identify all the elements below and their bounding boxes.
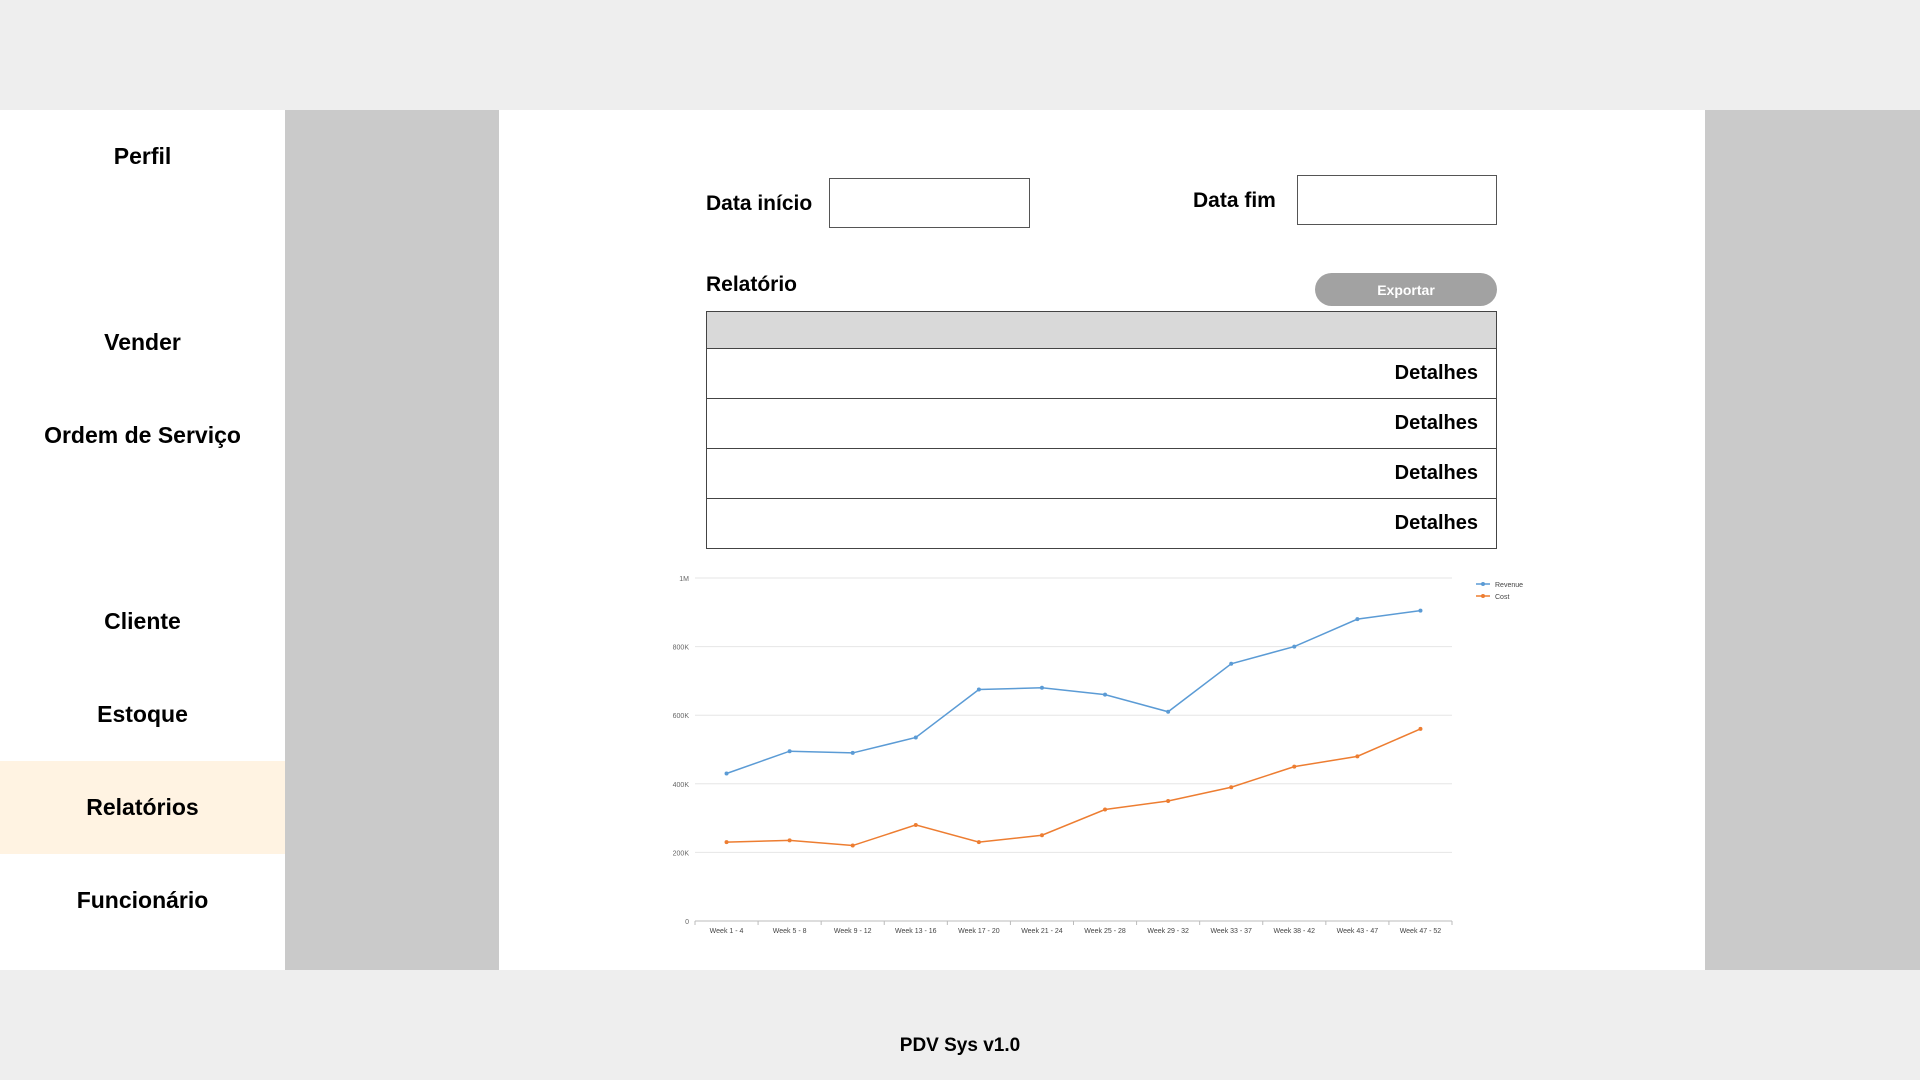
series-line-revenue <box>726 609 1421 775</box>
revenue-cost-chart: 0 200K 400K 600K 800K 1M Week 1 - 4 Week 5 - 8 W… <box>660 560 1540 940</box>
sidebar-item-label: Funcionário <box>76 887 209 913</box>
legend-label: Revenue <box>1495 582 1523 589</box>
table-row: Detalhes <box>707 499 1496 548</box>
data-point-revenue <box>1418 608 1423 613</box>
sidebar-item-funcionario[interactable]: Funcionário <box>0 854 285 947</box>
series-line-cost <box>726 728 1421 847</box>
right-gutter <box>1705 110 1920 970</box>
x-tick-label: Week 38 - 42 <box>1274 928 1316 935</box>
sidebar-item-ordem-de-servico[interactable]: Ordem de Serviço <box>0 389 285 482</box>
data-point-revenue <box>1166 709 1171 714</box>
start-date-label: Data início <box>706 192 813 215</box>
sidebar-item-label: Cliente <box>104 608 181 634</box>
x-tick-label: Week 9 - 12 <box>834 928 872 935</box>
report-table: Detalhes Detalhes Detalhes Detalhes <box>706 311 1497 549</box>
x-tick-label: Week 21 - 24 <box>1021 928 1063 935</box>
details-link[interactable]: Detalhes <box>1395 349 1478 398</box>
start-date-input[interactable] <box>829 178 1030 228</box>
details-link[interactable]: Detalhes <box>1395 449 1478 498</box>
report-table-header <box>707 312 1496 349</box>
end-date-input[interactable] <box>1297 175 1497 225</box>
y-tick-label: 200K <box>673 850 690 857</box>
app-version-footer: PDV Sys v1.0 <box>899 1035 1021 1056</box>
data-point-cost <box>1103 807 1108 812</box>
sidebar-item-perfil[interactable]: Perfil <box>0 110 285 203</box>
sidebar-item-label: Ordem de Serviço <box>44 422 241 448</box>
data-point-cost <box>1292 764 1297 769</box>
data-point-revenue <box>724 771 729 776</box>
x-tick-label: Week 1 - 4 <box>710 928 744 935</box>
table-row: Detalhes <box>707 399 1496 449</box>
data-point-cost <box>1039 833 1044 838</box>
y-tick-label: 0 <box>685 919 689 926</box>
data-point-cost <box>1229 785 1234 790</box>
y-tick-label: 1M <box>679 576 689 583</box>
y-tick-label: 400K <box>673 782 690 789</box>
left-gutter <box>285 110 499 970</box>
data-point-revenue <box>1039 685 1044 690</box>
data-point-revenue <box>1229 661 1234 666</box>
data-point-revenue <box>913 735 918 740</box>
x-tick-label: Week 47 - 52 <box>1400 928 1442 935</box>
table-row: Detalhes <box>707 449 1496 499</box>
details-link[interactable]: Detalhes <box>1395 499 1478 548</box>
data-point-cost <box>1166 798 1171 803</box>
end-date-label: Data fim <box>1193 189 1276 212</box>
sidebar-item-vender[interactable]: Vender <box>0 296 285 389</box>
x-tick-label: Week 5 - 8 <box>773 928 807 935</box>
data-point-cost <box>976 840 981 845</box>
sidebar-item-estoque[interactable]: Estoque <box>0 668 285 761</box>
report-title: Relatório <box>706 273 798 296</box>
legend-marker <box>1481 582 1485 586</box>
data-point-cost <box>850 843 855 848</box>
x-tick-label: Week 17 - 20 <box>958 928 1000 935</box>
x-tick-label: Week 25 - 28 <box>1084 928 1126 935</box>
data-point-revenue <box>787 749 792 754</box>
data-point-revenue <box>1355 617 1360 622</box>
data-point-cost <box>913 822 918 827</box>
x-tick-label: Week 29 - 32 <box>1147 928 1189 935</box>
details-link[interactable]: Detalhes <box>1395 399 1478 448</box>
sidebar-item-label: Estoque <box>97 701 188 727</box>
data-point-cost <box>787 838 792 843</box>
data-point-revenue <box>1292 644 1297 649</box>
data-point-cost <box>1418 726 1423 731</box>
table-row: Detalhes <box>707 349 1496 399</box>
x-tick-label: Week 43 - 47 <box>1337 928 1379 935</box>
data-point-revenue <box>976 687 981 692</box>
sidebar-item-label: Perfil <box>113 143 172 169</box>
legend-label: Cost <box>1495 594 1509 601</box>
chart-svg: 0 200K 400K 600K 800K 1M Week 1 - 4 Week 5 - 8 W… <box>673 576 1523 935</box>
y-tick-label: 600K <box>673 713 690 720</box>
sidebar-item-label: Vender <box>104 329 181 355</box>
data-point-cost <box>1355 754 1360 759</box>
y-tick-label: 800K <box>673 645 690 652</box>
x-tick-label: Week 33 - 37 <box>1210 928 1252 935</box>
sidebar-item-relatorios[interactable]: Relatórios <box>0 761 285 854</box>
sidebar-item-label: Relatórios <box>86 794 199 820</box>
export-button-label: Exportar <box>1377 281 1435 298</box>
data-point-revenue <box>850 750 855 755</box>
data-point-revenue <box>1103 692 1108 697</box>
data-point-cost <box>724 840 729 845</box>
legend-marker <box>1481 594 1485 598</box>
sidebar: Perfil Vender Ordem de Serviço Cliente E… <box>0 110 285 970</box>
export-button[interactable]: Exportar <box>1315 273 1497 306</box>
x-tick-label: Week 13 - 16 <box>895 928 937 935</box>
sidebar-item-cliente[interactable]: Cliente <box>0 575 285 668</box>
